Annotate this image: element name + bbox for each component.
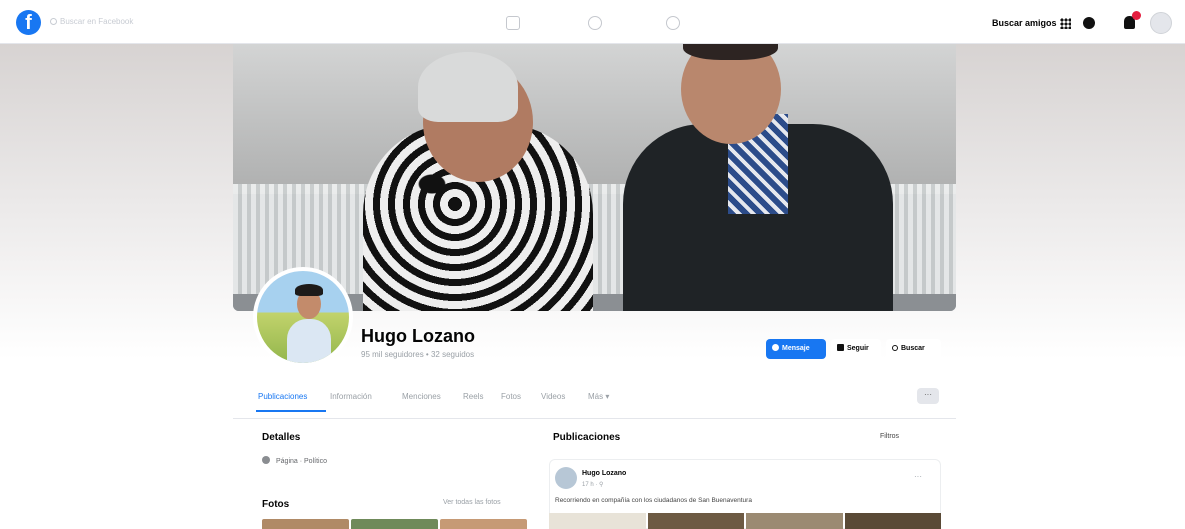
notification-badge: [1132, 11, 1141, 20]
facebook-logo-icon[interactable]: f: [16, 10, 41, 35]
top-navigation-bar: f Buscar en Facebook Buscar amigos: [0, 0, 1185, 44]
profile-search-button[interactable]: Buscar: [886, 339, 941, 359]
post-more-options-button[interactable]: ···: [914, 472, 922, 481]
search-placeholder: Buscar en Facebook: [60, 17, 134, 26]
post-photo[interactable]: [746, 513, 843, 529]
details-title: Detalles: [262, 432, 301, 443]
photo-thumbnail[interactable]: [262, 519, 349, 529]
photos-grid: [262, 519, 527, 529]
more-options-button[interactable]: ···: [917, 388, 939, 404]
follow-button-label: Seguir: [847, 345, 869, 352]
filters-button[interactable]: Filtros: [880, 433, 899, 440]
tab-reels[interactable]: Reels: [463, 392, 483, 401]
see-all-photos-link[interactable]: Ver todas las fotos: [443, 499, 501, 506]
follow-button[interactable]: Seguir: [831, 339, 881, 359]
post-author-name[interactable]: Hugo Lozano: [582, 470, 626, 477]
profile-search-label: Buscar: [901, 345, 925, 352]
post-timestamp[interactable]: 17 h · ⚲: [582, 481, 603, 488]
profile-name: Hugo Lozano: [361, 326, 475, 346]
home-icon[interactable]: [506, 16, 520, 30]
menu-grid-icon[interactable]: [1060, 18, 1071, 29]
photos-title: Fotos: [262, 499, 290, 510]
posts-title: Publicaciones: [553, 432, 621, 443]
tab-publicaciones[interactable]: Publicaciones: [258, 392, 307, 401]
post-author-avatar[interactable]: [555, 467, 577, 489]
tabs-divider: [233, 418, 956, 419]
follow-icon: [837, 344, 844, 351]
tab-menciones[interactable]: Menciones: [402, 392, 441, 401]
photo-thumbnail[interactable]: [351, 519, 438, 529]
groups-icon[interactable]: [666, 16, 680, 30]
search-icon: [50, 18, 57, 26]
find-friends-button[interactable]: Buscar amigos: [992, 18, 1057, 28]
tab-more[interactable]: Más ▾: [588, 392, 609, 401]
tab-fotos[interactable]: Fotos: [501, 392, 521, 401]
followers-count[interactable]: 95 mil seguidores • 32 seguidos: [361, 350, 474, 359]
post-photo[interactable]: [549, 513, 646, 529]
friends-icon[interactable]: [588, 16, 602, 30]
post-photo[interactable]: [844, 513, 941, 529]
tab-videos[interactable]: Videos: [541, 392, 565, 401]
post-photos: [549, 513, 941, 529]
search-input[interactable]: Buscar en Facebook: [50, 12, 150, 32]
tab-informacion[interactable]: Información: [330, 392, 372, 401]
info-icon: [262, 456, 270, 464]
messenger-icon: [772, 344, 779, 351]
post-text: Recorriendo en compañía con los ciudadan…: [555, 497, 752, 504]
profile-picture[interactable]: [253, 267, 353, 367]
post-photo[interactable]: [647, 513, 744, 529]
message-button[interactable]: Mensaje: [766, 339, 826, 359]
search-icon: [892, 345, 898, 351]
account-avatar[interactable]: [1150, 12, 1172, 34]
page-type-text: Página · Político: [276, 458, 327, 465]
messenger-icon[interactable]: [1083, 17, 1095, 29]
message-button-label: Mensaje: [782, 345, 810, 352]
photo-thumbnail[interactable]: [440, 519, 527, 529]
cover-photo[interactable]: [233, 44, 956, 311]
details-page-type: Página · Político: [262, 456, 327, 465]
active-tab-indicator: [256, 410, 326, 412]
